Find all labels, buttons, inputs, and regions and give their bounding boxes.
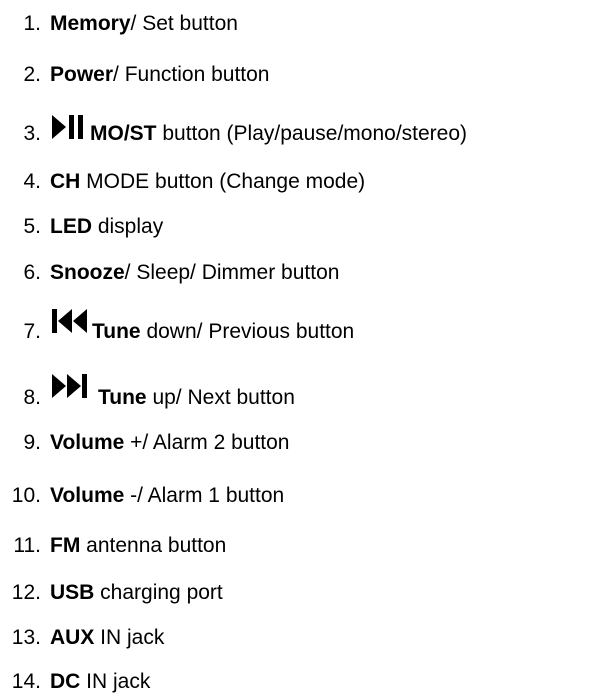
- item-key: USB: [50, 581, 95, 604]
- item-text: antenna button: [80, 534, 227, 557]
- list-item: 7. Tune down/ Previous button: [0, 294, 354, 344]
- list-item: 2. Power / Function button: [0, 57, 269, 87]
- list-item: 13. AUX IN jack: [0, 620, 165, 650]
- list-item: 3. MO/ST button (Play/pause/mono/stereo): [0, 96, 467, 146]
- list-item: 1. Memory / Set button: [0, 6, 238, 36]
- item-text: display: [92, 215, 164, 238]
- item-number: 14.: [11, 670, 41, 693]
- item-key: Power: [50, 63, 114, 86]
- item-number: 13.: [11, 626, 41, 649]
- list-item: 5. LED display: [0, 209, 163, 239]
- item-number: 5.: [23, 215, 41, 238]
- item-number: 1.: [23, 12, 41, 35]
- list-item: 14. DC IN jack: [0, 664, 151, 694]
- list-item: 4. CH MODE button (Change mode): [0, 164, 365, 194]
- item-text: IN jack: [80, 670, 151, 693]
- item-key: FM: [50, 534, 81, 557]
- item-key: Snooze: [50, 261, 125, 284]
- item-key: AUX: [50, 626, 95, 649]
- item-key: Tune: [98, 386, 147, 409]
- list-item: 11. FM antenna button: [0, 528, 226, 558]
- button-legend-list: 1. Memory / Set button 2. Power / Function…: [0, 0, 596, 696]
- item-text: down/ Previous button: [140, 320, 355, 343]
- item-text: charging port: [94, 581, 223, 604]
- list-item: 9. Volume +/ Alarm 2 button: [0, 425, 289, 455]
- list-item: 6. Snooze / Sleep/ Dimmer button: [0, 255, 339, 285]
- item-key: Memory: [50, 12, 131, 35]
- item-text: MODE button (Change mode): [80, 170, 366, 193]
- item-text: / Set button: [130, 12, 238, 35]
- item-key: CH: [50, 170, 81, 193]
- item-number: 7.: [23, 320, 41, 343]
- item-number: 12.: [11, 581, 41, 604]
- item-key: MO/ST: [90, 122, 157, 145]
- list-item: 8. Tune up/ Next button: [0, 360, 295, 410]
- item-text: +/ Alarm 2 button: [124, 431, 290, 454]
- list-item: 10. Volume -/ Alarm 1 button: [0, 478, 284, 508]
- item-text: up/ Next button: [146, 386, 295, 409]
- item-number: 4.: [23, 170, 41, 193]
- item-key: DC: [50, 670, 81, 693]
- item-text: button (Play/pause/mono/stereo): [156, 122, 468, 145]
- skip-previous-icon: [50, 307, 90, 335]
- item-text: -/ Alarm 1 button: [124, 484, 285, 507]
- item-text: / Sleep/ Dimmer button: [124, 261, 340, 284]
- item-number: 2.: [23, 63, 41, 86]
- item-key: Volume: [50, 431, 125, 454]
- item-number: 3.: [23, 122, 41, 145]
- item-number: 11.: [13, 534, 41, 557]
- item-number: 6.: [23, 261, 41, 284]
- skip-next-icon: [50, 372, 94, 400]
- play-pause-icon: [50, 113, 86, 141]
- item-key: Volume: [50, 484, 125, 507]
- item-key: LED: [50, 215, 92, 238]
- item-text: / Function button: [113, 63, 270, 86]
- item-number: 8.: [23, 386, 41, 409]
- item-text: IN jack: [94, 626, 165, 649]
- item-key: Tune: [92, 320, 141, 343]
- list-item: 12. USB charging port: [0, 575, 223, 605]
- item-number: 9.: [23, 431, 41, 454]
- item-number: 10.: [11, 484, 41, 507]
